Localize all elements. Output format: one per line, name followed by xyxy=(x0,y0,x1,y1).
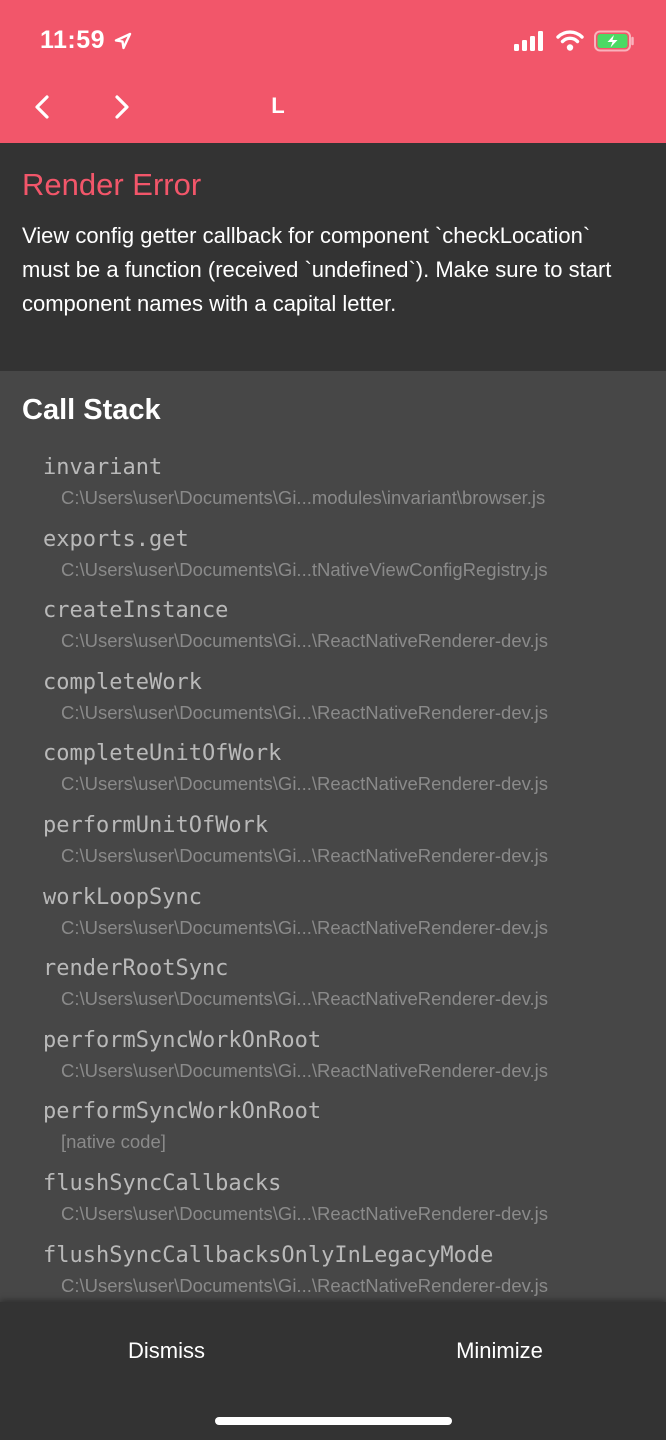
call-stack-list[interactable]: invariant C:\Users\user\Documents\Gi...m… xyxy=(0,451,666,1302)
status-time-text: 11:59 xyxy=(40,26,106,54)
stack-frame-file: [native code] xyxy=(61,1131,166,1153)
nav-title: L xyxy=(271,93,285,118)
stack-frame-name: createInstance xyxy=(43,598,229,624)
stack-frame-name: exports.get xyxy=(43,526,189,552)
stack-frame-name: invariant xyxy=(43,455,163,480)
stack-frame-name: performUnitOfWork xyxy=(43,813,269,838)
stack-frame-file: C:\Users\user\Documents\Gi...\ReactNativ… xyxy=(61,1274,548,1296)
wifi-icon xyxy=(556,30,584,51)
stack-frame[interactable]: performSyncWorkOnRoot C:\Users\user\Docu… xyxy=(0,1024,666,1094)
error-panel: Render Error View config getter callback… xyxy=(0,143,666,371)
stack-frame-file: C:\Users\user\Documents\Gi...\ReactNativ… xyxy=(61,630,548,652)
stack-frame[interactable]: createInstance C:\Users\user\Documents\G… xyxy=(0,594,666,664)
stack-frame-name: renderRootSync xyxy=(43,956,229,982)
stack-frame-file: C:\Users\user\Documents\Gi...\ReactNativ… xyxy=(61,988,548,1010)
stack-frame-file: C:\Users\user\Documents\Gi...\ReactNativ… xyxy=(61,1059,548,1081)
stack-frame[interactable]: flushSyncCallbacksOnlyInLegacyMode C:\Us… xyxy=(0,1239,666,1302)
stack-frame-file: C:\Users\user\Documents\Gi...\ReactNativ… xyxy=(61,1203,548,1224)
stack-frame[interactable]: completeWork C:\Users\user\Documents\Gi.… xyxy=(0,666,666,736)
home-indicator[interactable] xyxy=(215,1417,452,1425)
stack-frame-name: flushSyncCallbacksOnlyInLegacyMode xyxy=(43,1242,494,1268)
stack-frame[interactable]: renderRootSync C:\Users\user\Documents\G… xyxy=(0,952,666,1022)
stack-frame-file: C:\Users\user\Documents\Gi...\ReactNativ… xyxy=(61,773,548,795)
stack-frame[interactable]: flushSyncCallbacks C:\Users\user\Documen… xyxy=(0,1167,666,1237)
stack-frame-name: performSyncWorkOnRoot xyxy=(43,1027,322,1053)
dismiss-button[interactable]: Dismiss xyxy=(0,1330,333,1372)
stack-frame[interactable]: performSyncWorkOnRoot [native code] xyxy=(0,1095,666,1165)
stack-frame[interactable]: workLoopSync C:\Users\user\Documents\Gi.… xyxy=(0,881,666,951)
stack-frame[interactable]: completeUnitOfWork C:\Users\user\Documen… xyxy=(0,737,666,807)
status-bar-icons xyxy=(514,30,636,52)
footer-bar: Dismiss Minimize xyxy=(0,1302,666,1440)
battery-charging-icon xyxy=(594,30,634,52)
stack-frame-file: C:\Users\user\Documents\Gi...tNativeView… xyxy=(61,558,548,580)
stack-frame-file: C:\Users\user\Documents\Gi...modules\inv… xyxy=(61,487,546,508)
stack-frame-name: completeWork xyxy=(43,669,202,695)
cellular-signal-icon xyxy=(514,31,543,51)
call-stack-title: Call Stack xyxy=(22,394,161,426)
stack-frame-name: completeUnitOfWork xyxy=(43,741,282,767)
error-title: Render Error xyxy=(22,167,202,202)
stack-frame[interactable]: performUnitOfWork C:\Users\user\Document… xyxy=(0,809,666,879)
stack-frame-file: C:\Users\user\Documents\Gi...\ReactNativ… xyxy=(61,916,548,938)
stack-frame-name: performSyncWorkOnRoot xyxy=(43,1099,322,1125)
stack-frame-file: C:\Users\user\Documents\Gi...\ReactNativ… xyxy=(61,701,548,723)
stack-frame-file: C:\Users\user\Documents\Gi...\ReactNativ… xyxy=(61,845,548,866)
stack-frame[interactable]: exports.get C:\Users\user\Documents\Gi..… xyxy=(0,523,666,593)
location-arrow-icon xyxy=(114,32,132,49)
status-bar-time: 11:59 xyxy=(40,26,133,55)
minimize-button[interactable]: Minimize xyxy=(333,1330,666,1372)
error-message: View config getter callback for componen… xyxy=(22,223,612,316)
stack-frame-name: flushSyncCallbacks xyxy=(43,1171,282,1196)
stack-frame[interactable]: invariant C:\Users\user\Documents\Gi...m… xyxy=(0,451,666,521)
app-header: 11:59 L xyxy=(0,0,666,143)
stack-frame-name: workLoopSync xyxy=(43,884,202,910)
